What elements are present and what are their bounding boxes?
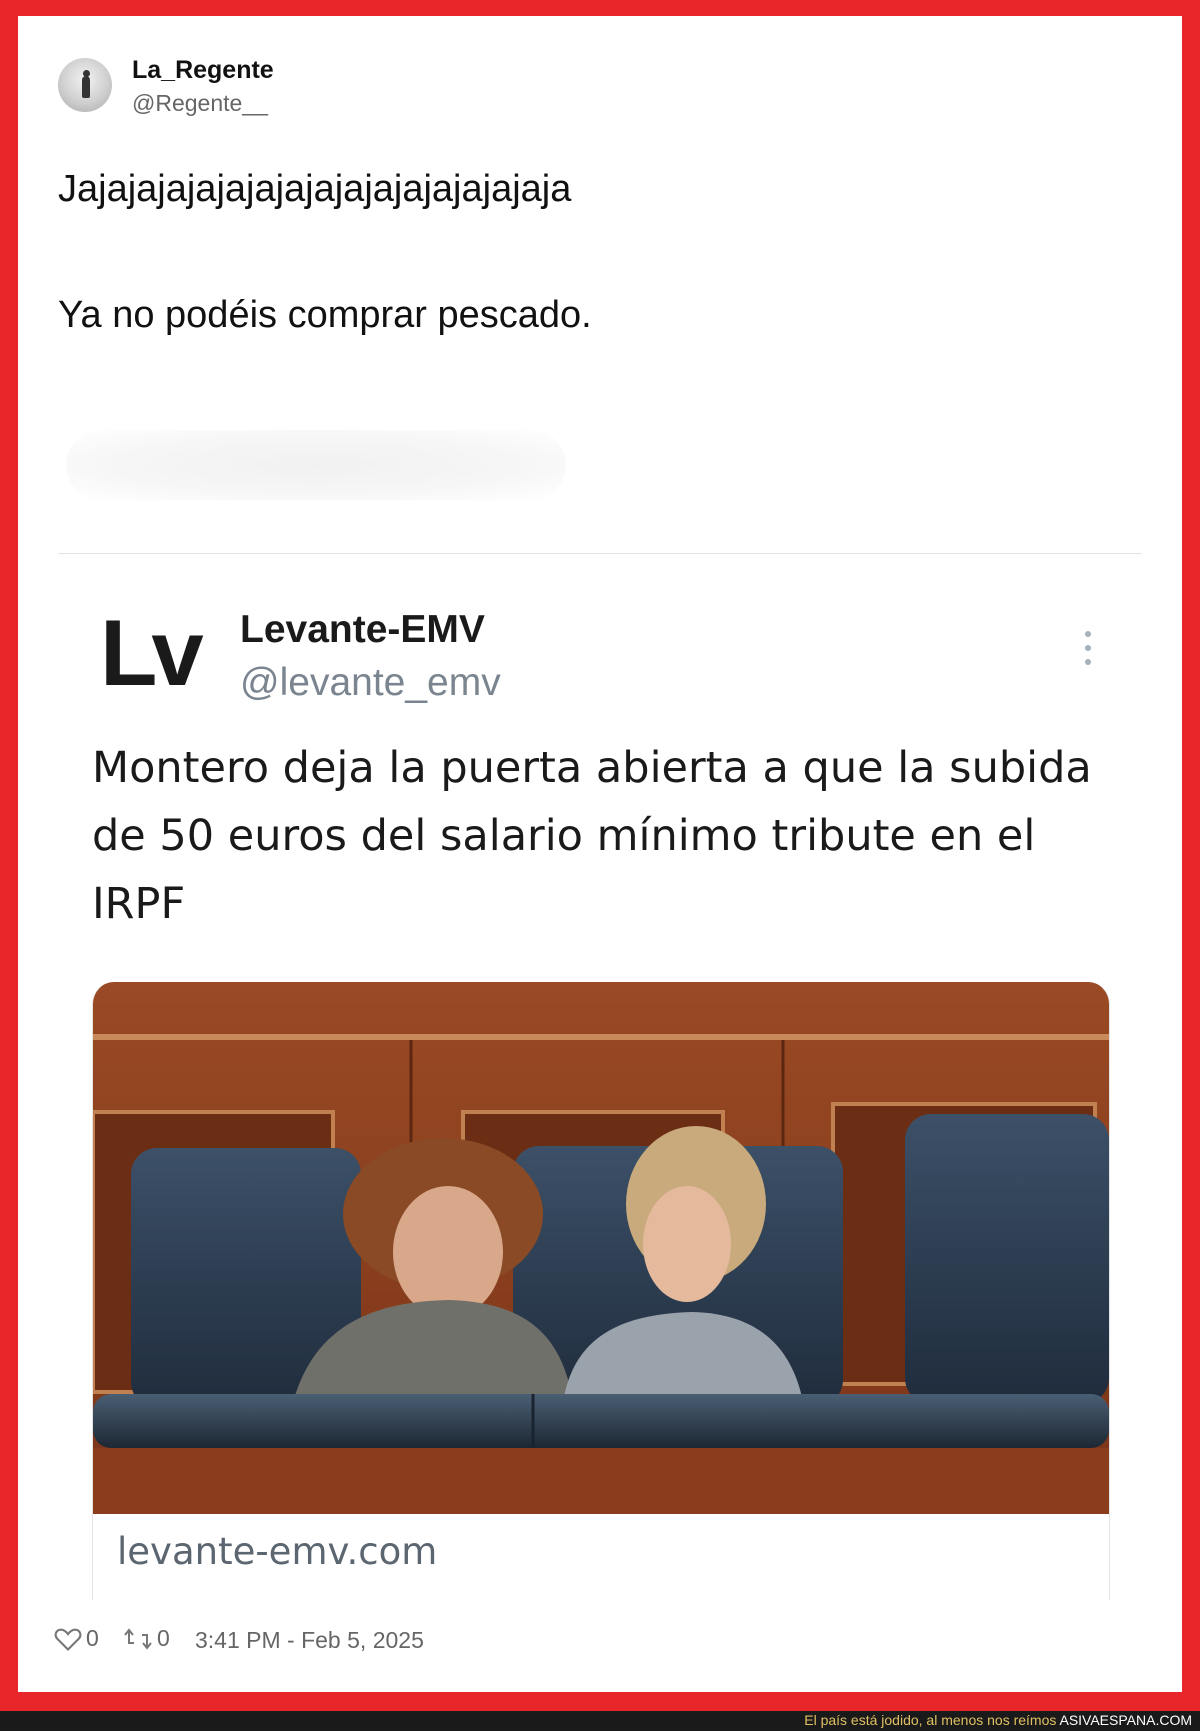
avatar-figure <box>82 76 90 98</box>
tweet-text-line2: Ya no podéis comprar pescado. <box>58 294 592 336</box>
user-handle[interactable]: @Regente__ <box>132 90 268 117</box>
footer-site[interactable]: ASIVAESPANA.COM <box>1059 1712 1192 1728</box>
divider <box>58 553 1142 554</box>
retweet-count: 0 <box>157 1625 170 1651</box>
blurred-region <box>66 430 566 500</box>
link-card[interactable]: levante-emv.com <box>92 982 1110 1600</box>
more-options-icon[interactable] <box>1078 631 1098 671</box>
footer-text: El país está jodido, al menos nos reímos… <box>804 1712 1192 1728</box>
footer-tagline: El país está jodido, al menos nos reímos <box>804 1712 1060 1728</box>
retweet-icon <box>124 1627 152 1650</box>
heart-icon <box>54 1628 82 1651</box>
quoted-headline: Montero deja la puerta abierta a que la … <box>92 743 1092 929</box>
avatar[interactable] <box>58 58 112 112</box>
retweet-button[interactable]: 0 <box>123 1625 170 1652</box>
like-button[interactable]: 0 <box>54 1625 99 1652</box>
site-footer: El país está jodido, al menos nos reímos… <box>0 1711 1200 1731</box>
timestamp[interactable]: 3:41 PM - Feb 5, 2025 <box>195 1627 424 1654</box>
quoted-display-name[interactable]: Levante-EMV <box>240 608 485 652</box>
link-domain[interactable]: levante-emv.com <box>117 1530 437 1573</box>
levante-logo[interactable]: Lv <box>100 606 204 700</box>
news-photo <box>93 982 1109 1514</box>
like-count: 0 <box>86 1625 99 1651</box>
tweet-card: La_Regente @Regente__ Jajajajajajajajaja… <box>18 16 1182 1692</box>
quoted-handle[interactable]: @levante_emv <box>240 661 501 705</box>
tweet-text-line1: Jajajajajajajajajajajajajajajajaja <box>58 168 572 210</box>
display-name[interactable]: La_Regente <box>132 56 274 85</box>
